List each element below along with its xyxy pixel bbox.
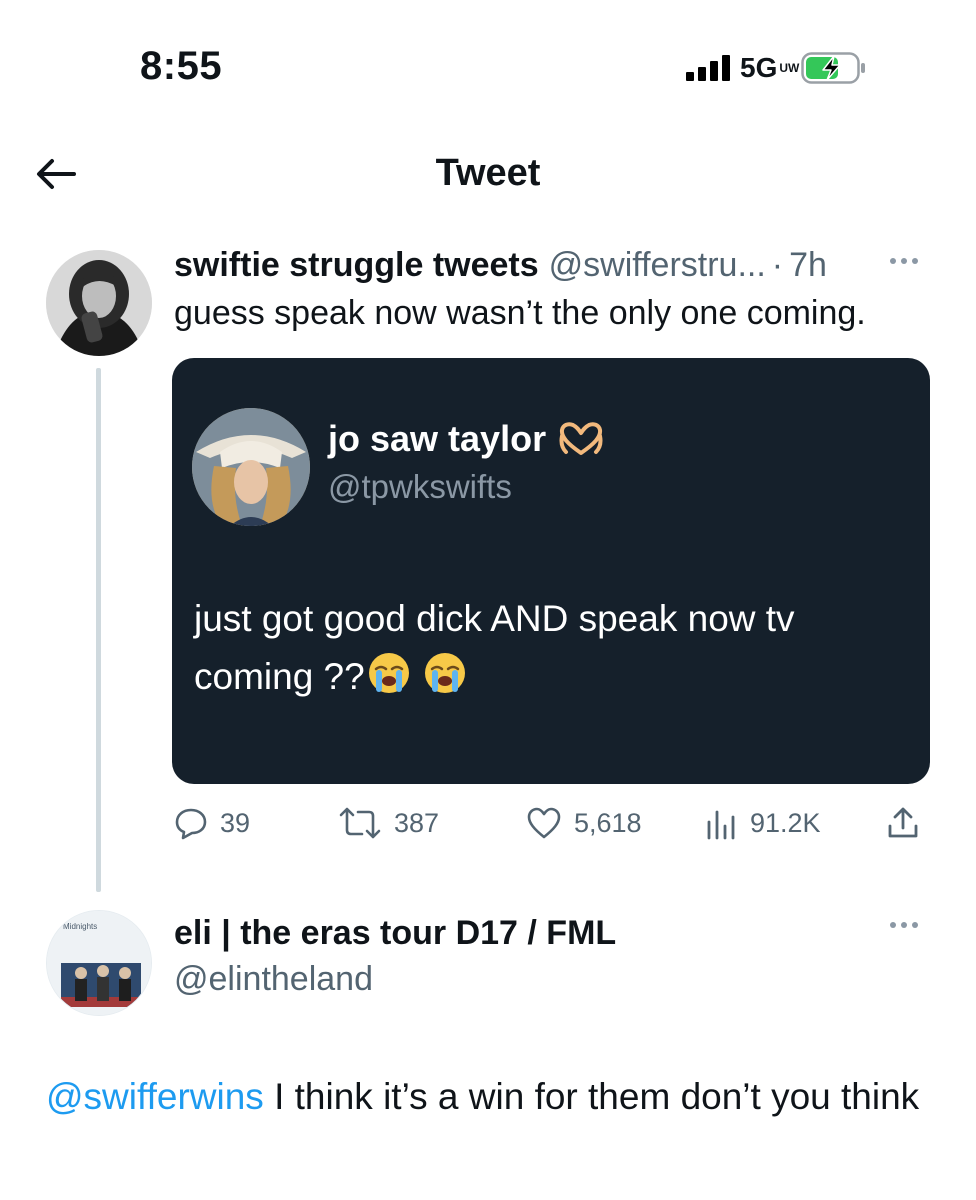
avatar-caption: Midnights xyxy=(63,922,97,931)
share-button[interactable] xyxy=(886,806,920,840)
retweet-icon xyxy=(339,807,381,839)
reply-icon xyxy=(175,808,207,840)
heart-icon xyxy=(527,807,561,839)
reply-author-name[interactable]: eli | the eras tour D17 / FML xyxy=(174,914,616,953)
retweet-button[interactable]: 387 xyxy=(338,806,439,840)
tweet-text: guess speak now wasn’t the only one comi… xyxy=(174,294,866,332)
loudly-crying-face-icon xyxy=(368,653,409,693)
cellular-signal-icon xyxy=(686,55,730,81)
embedded-avatar xyxy=(192,408,310,526)
reply-body: I think it’s a win for them don’t you th… xyxy=(263,1076,920,1117)
embedded-tweet-image[interactable]: jo saw taylor @tpwkswifts just got good … xyxy=(172,358,930,784)
avatar[interactable] xyxy=(46,250,152,356)
retweet-count: 387 xyxy=(394,807,440,838)
embedded-author-handle: @tpwkswifts xyxy=(328,468,512,505)
mention-link[interactable]: @swifferwins xyxy=(46,1076,264,1117)
loudly-crying-face-icon xyxy=(425,653,465,693)
tweet-time[interactable]: 7h xyxy=(789,246,827,285)
embedded-author-name: jo saw taylor xyxy=(328,418,604,460)
separator-dot: · xyxy=(771,246,784,284)
author-name[interactable]: swiftie struggle tweets xyxy=(174,246,539,285)
reply-author-handle[interactable]: @elintheland xyxy=(174,960,373,999)
reply-text: @swifferwins I think it’s a win for them… xyxy=(46,1070,946,1124)
embedded-tweet-text: just got good dick AND speak now tv comi… xyxy=(194,598,795,697)
like-count: 5,618 xyxy=(574,807,642,838)
views-button[interactable]: 91.2K xyxy=(704,806,821,840)
more-icon xyxy=(890,258,896,264)
embedded-profile-photo xyxy=(192,408,310,526)
profile-photo xyxy=(46,250,152,356)
heart-hands-icon xyxy=(559,422,603,455)
more-icon xyxy=(890,922,896,928)
author-handle[interactable]: @swifferstru... xyxy=(549,246,766,285)
views-chart-icon xyxy=(707,810,735,840)
tweet-actions: 39 387 5,618 91.2K xyxy=(0,806,976,846)
reply-more-options-button[interactable] xyxy=(890,922,918,928)
more-options-button[interactable] xyxy=(890,258,918,264)
reply-count: 39 xyxy=(220,807,251,838)
reply-avatar[interactable]: Midnights xyxy=(46,910,152,1016)
page-title: Tweet xyxy=(435,152,541,194)
reply-button[interactable]: 39 xyxy=(174,806,250,840)
status-indicators: 5G UW xyxy=(686,50,867,86)
like-button[interactable]: 5,618 xyxy=(526,806,642,840)
album-cover-photo: Midnights xyxy=(47,911,151,1015)
status-time: 8:55 xyxy=(140,44,223,88)
battery-charging-icon xyxy=(801,52,866,84)
tweet-header: swiftie struggle tweets @swifferstru... … xyxy=(174,246,827,285)
network-type: 5G UW xyxy=(740,52,800,83)
views-count: 91.2K xyxy=(750,807,821,838)
share-icon xyxy=(888,807,918,838)
